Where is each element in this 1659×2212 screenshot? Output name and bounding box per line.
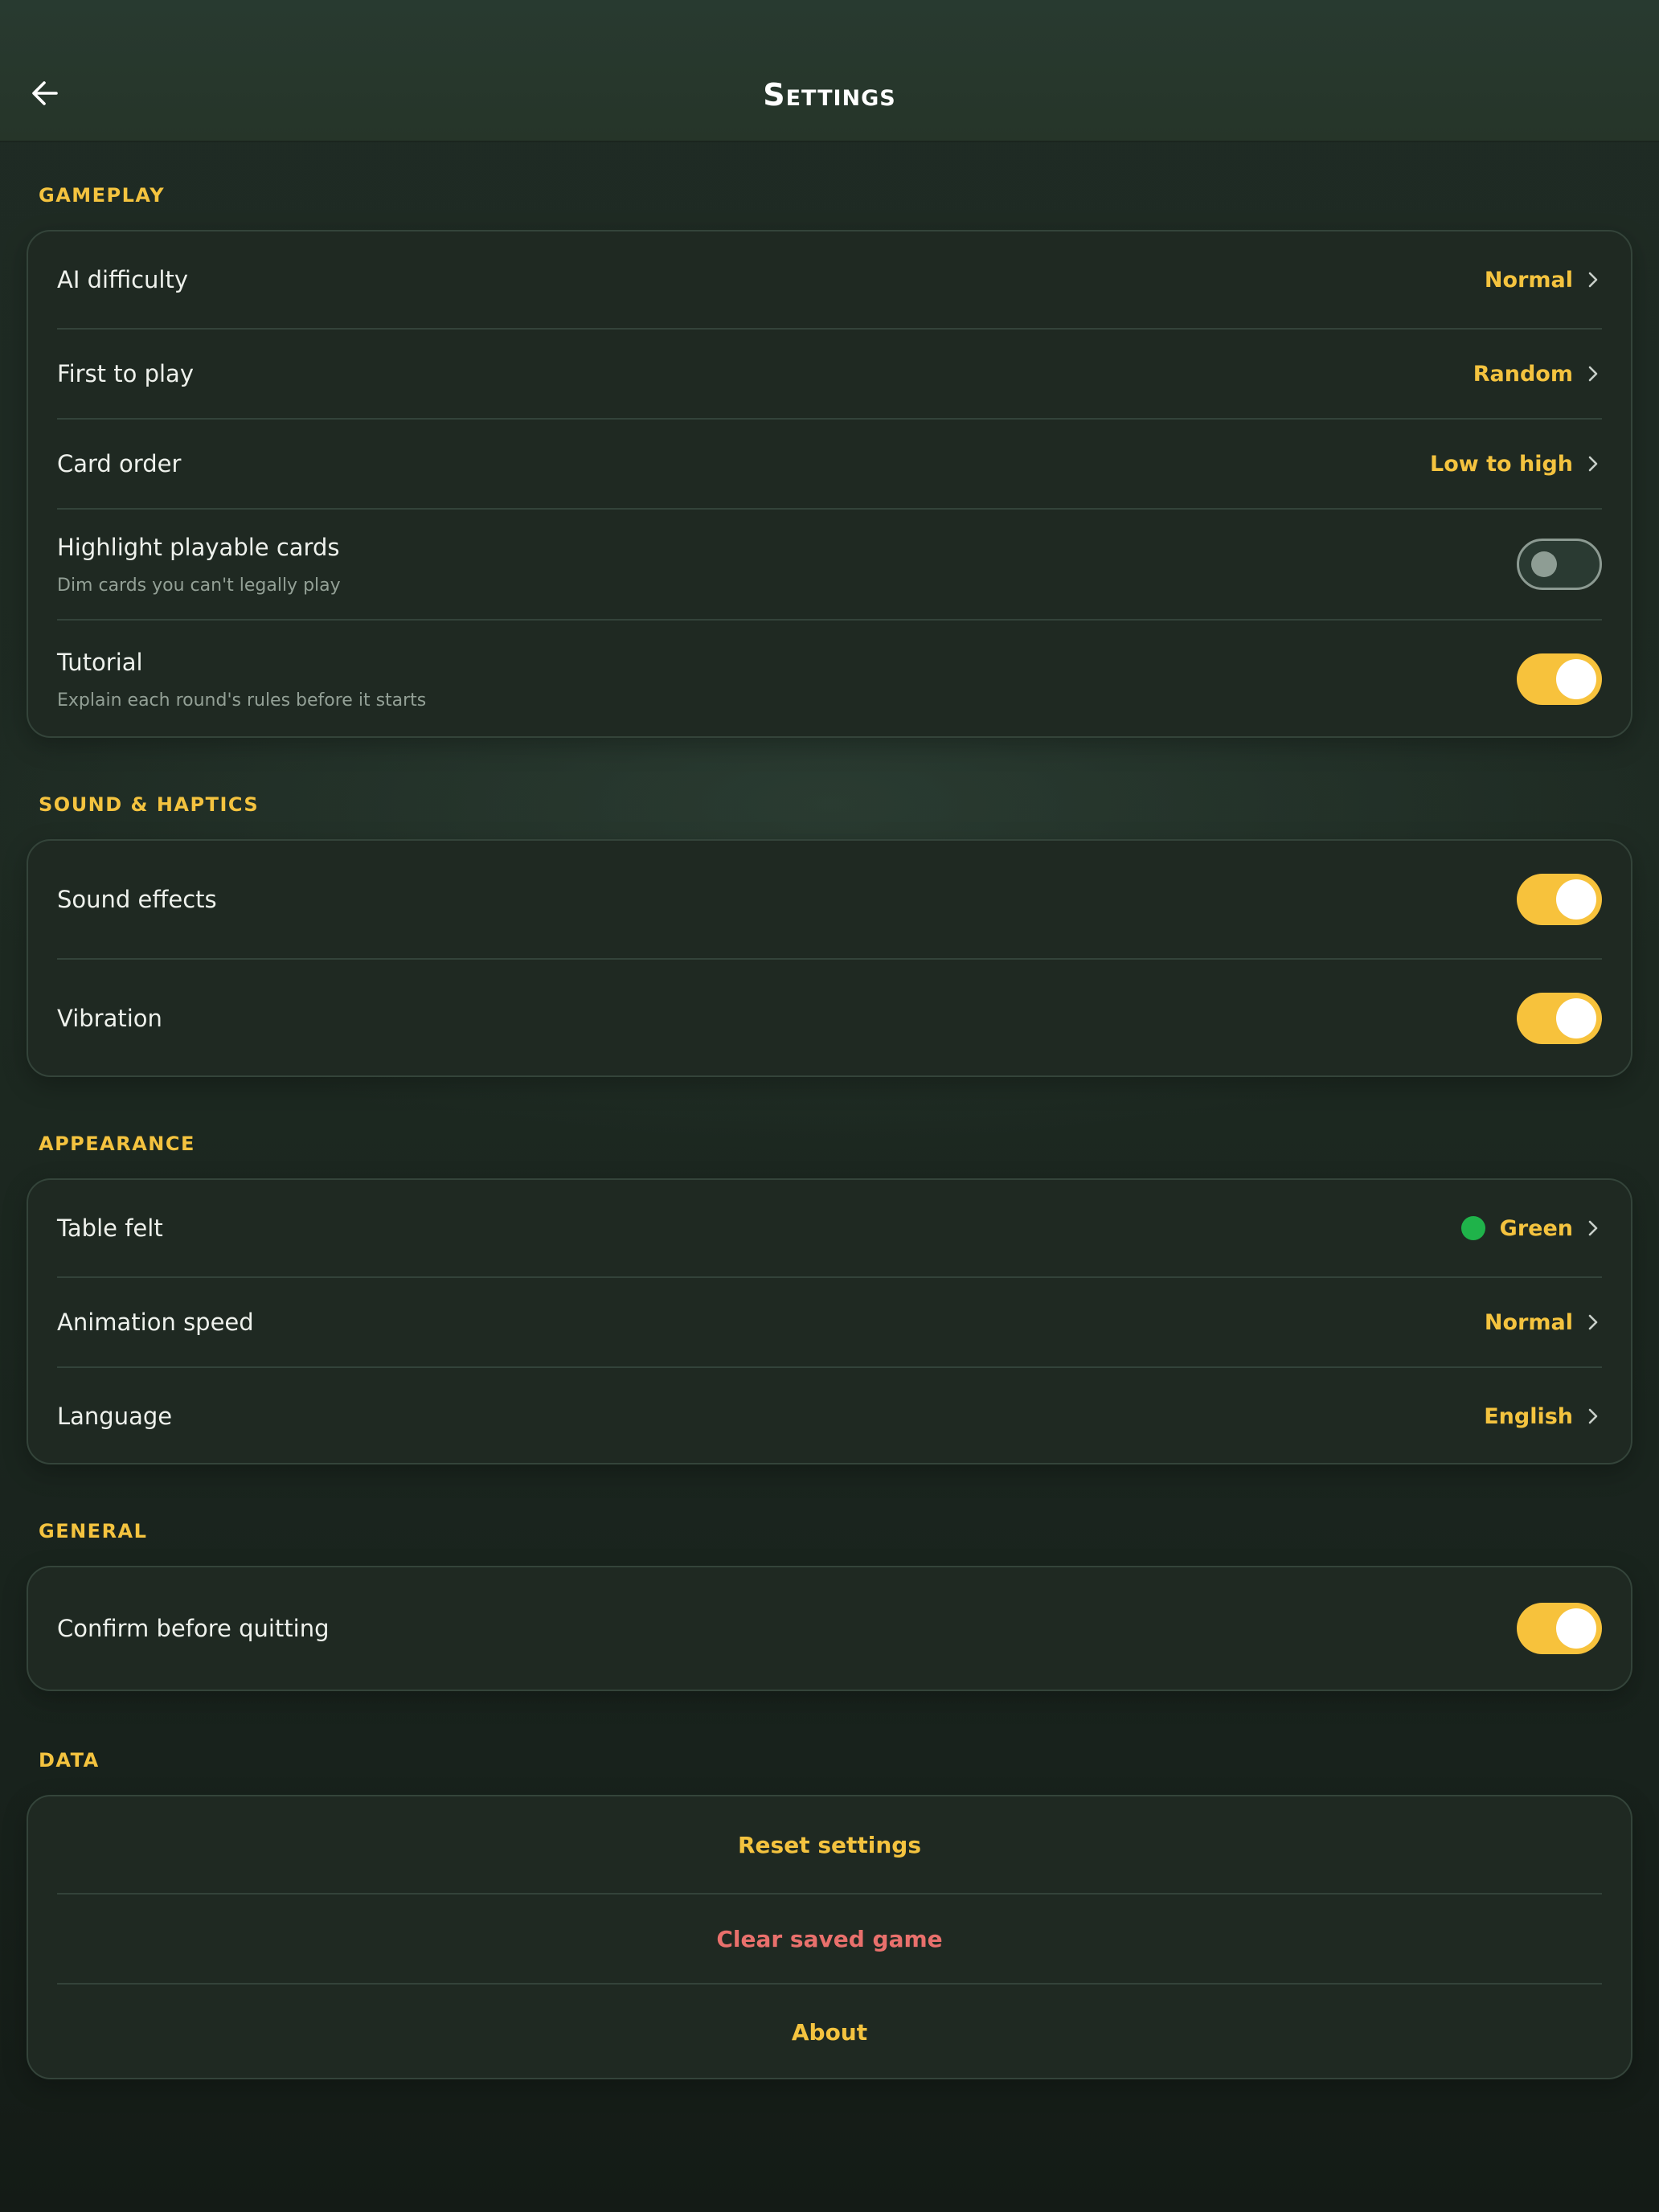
setting-label: Card order	[57, 450, 182, 477]
app-header: Settings	[0, 0, 1659, 141]
setting-card-order[interactable]: Card order Low to high	[57, 420, 1602, 510]
chevron-right-icon	[1584, 365, 1602, 383]
setting-label: First to play	[57, 360, 194, 387]
setting-label: Language	[57, 1403, 173, 1430]
setting-label: Tutorial	[57, 648, 143, 676]
section-label-sound: SOUND & HAPTICS	[39, 793, 260, 816]
confirm-quit-toggle[interactable]	[1517, 1603, 1602, 1654]
toggle-knob	[1556, 879, 1596, 920]
section-label-general: GENERAL	[39, 1520, 148, 1542]
setting-value: Random	[1473, 361, 1573, 387]
setting-value: English	[1484, 1403, 1573, 1429]
setting-value: Green	[1499, 1215, 1573, 1241]
setting-text: Tutorial Explain each round's rules befo…	[57, 649, 426, 711]
setting-table-felt[interactable]: Table felt Green	[57, 1180, 1602, 1278]
setting-tutorial: Tutorial Explain each round's rules befo…	[57, 621, 1602, 738]
setting-animation-speed[interactable]: Animation speed Normal	[57, 1278, 1602, 1368]
setting-value: Normal	[1484, 267, 1573, 293]
first-to-play-selector[interactable]: Random	[1473, 362, 1602, 387]
setting-label: Animation speed	[57, 1309, 254, 1336]
general-card: Confirm before quitting	[27, 1566, 1632, 1691]
setting-ai-difficulty[interactable]: AI difficulty Normal	[57, 231, 1602, 330]
setting-label: Confirm before quitting	[57, 1615, 330, 1642]
sound-card: Sound effects Vibration	[27, 839, 1632, 1077]
setting-value: Normal	[1484, 1309, 1573, 1335]
vibration-toggle[interactable]	[1517, 993, 1602, 1044]
setting-label: Vibration	[57, 1005, 162, 1032]
felt-color-swatch	[1460, 1216, 1485, 1240]
toggle-knob	[1556, 1608, 1596, 1649]
setting-sound-effects: Sound effects	[57, 841, 1602, 960]
setting-label: Highlight playable cards	[57, 533, 340, 561]
chevron-right-icon	[1584, 455, 1602, 473]
clear-saved-game-button[interactable]: Clear saved game	[57, 1895, 1602, 1985]
data-card: Reset settings Clear saved game About	[27, 1795, 1632, 2079]
toggle-knob	[1531, 551, 1557, 577]
section-label-data: DATA	[39, 1749, 100, 1772]
animation-speed-selector[interactable]: Normal	[1485, 1310, 1602, 1335]
section-label-appearance: APPEARANCE	[39, 1133, 195, 1155]
setting-label: Sound effects	[57, 886, 217, 913]
setting-language[interactable]: Language English	[57, 1368, 1602, 1464]
toggle-knob	[1556, 998, 1596, 1038]
page-title: Settings	[763, 77, 896, 113]
setting-vibration: Vibration	[57, 960, 1602, 1077]
setting-text: Highlight playable cards Dim cards you c…	[57, 534, 341, 596]
chevron-right-icon	[1584, 1407, 1602, 1425]
language-selector[interactable]: English	[1484, 1404, 1602, 1429]
setting-description: Explain each round's rules before it sta…	[57, 690, 427, 711]
setting-highlight-playable: Highlight playable cards Dim cards you c…	[57, 510, 1602, 621]
setting-label: AI difficulty	[57, 266, 189, 293]
gameplay-card: AI difficulty Normal First to play Rando…	[27, 230, 1632, 738]
toggle-knob	[1556, 659, 1596, 699]
reset-settings-button[interactable]: Reset settings	[57, 1796, 1602, 1895]
setting-confirm-quit: Confirm before quitting	[57, 1567, 1602, 1690]
setting-first-to-play[interactable]: First to play Random	[57, 330, 1602, 420]
table-felt-selector[interactable]: Green	[1460, 1215, 1602, 1241]
tutorial-toggle[interactable]	[1517, 653, 1602, 705]
section-label-gameplay: GAMEPLAY	[39, 184, 166, 207]
setting-value: Low to high	[1430, 451, 1573, 477]
ai-difficulty-selector[interactable]: Normal	[1485, 268, 1602, 293]
card-order-selector[interactable]: Low to high	[1430, 452, 1602, 477]
setting-description: Dim cards you can't legally play	[57, 575, 341, 596]
sound-effects-toggle[interactable]	[1517, 874, 1602, 925]
about-button[interactable]: About	[57, 1985, 1602, 2079]
appearance-card: Table felt Green Animation speed Normal …	[27, 1178, 1632, 1464]
highlight-playable-toggle[interactable]	[1517, 539, 1602, 590]
setting-label: Table felt	[57, 1215, 163, 1242]
chevron-right-icon	[1584, 271, 1602, 289]
chevron-right-icon	[1584, 1313, 1602, 1331]
chevron-right-icon	[1584, 1219, 1602, 1237]
